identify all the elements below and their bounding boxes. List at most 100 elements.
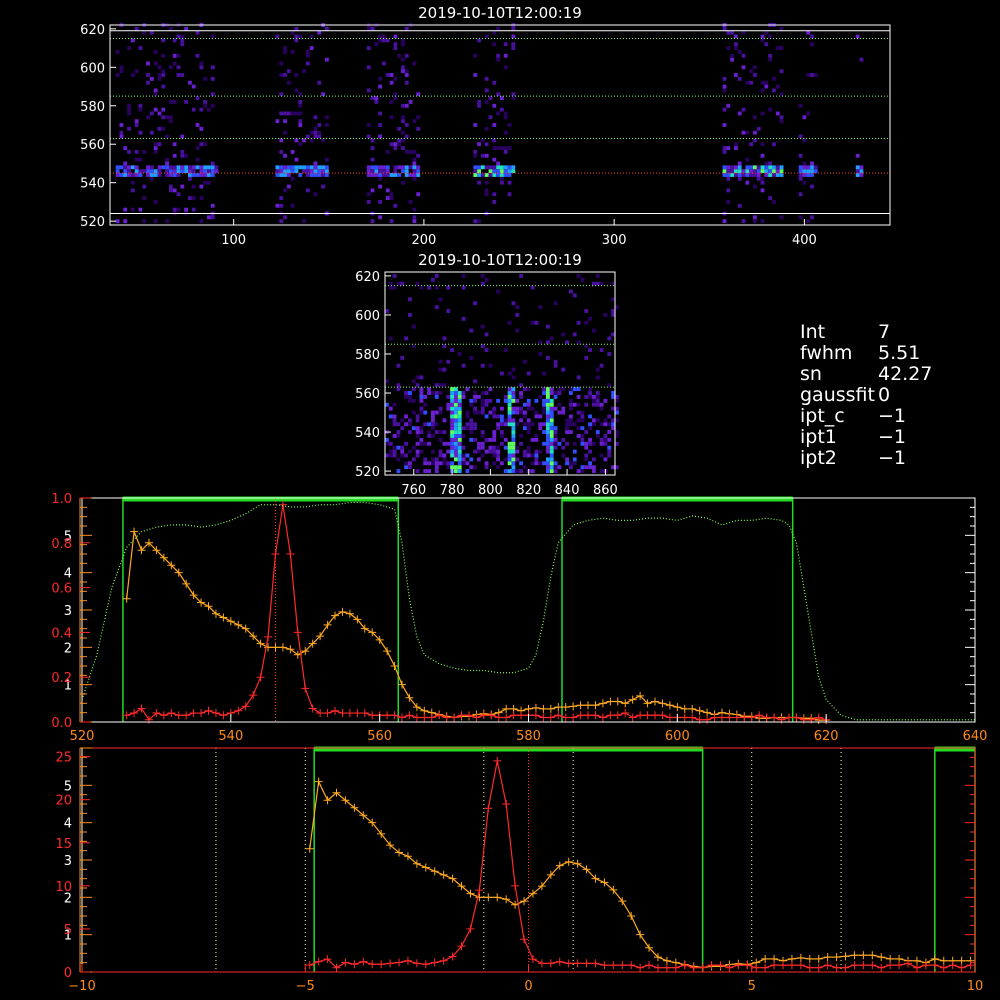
heatmap-cell <box>461 273 466 278</box>
heatmap-cell <box>503 53 508 58</box>
heatmap-cell <box>393 165 398 170</box>
heatmap-cell <box>726 188 731 193</box>
heatmap-cell <box>199 184 204 189</box>
heatmap-cell <box>741 30 746 35</box>
heatmap-cell <box>214 169 219 174</box>
heatmap-cell <box>515 406 520 411</box>
heatmap-cell <box>756 165 761 170</box>
heatmap-cell <box>611 406 615 411</box>
heatmap-cell <box>503 469 508 474</box>
heatmap-cell <box>572 422 577 427</box>
heatmap-cell <box>408 430 412 435</box>
data-point <box>350 960 359 969</box>
heatmap-cell <box>595 273 600 278</box>
heatmap-cell <box>798 215 803 220</box>
heatmap-cell <box>454 434 458 438</box>
heatmap-cell <box>519 273 523 278</box>
heatmap-cell <box>457 453 462 458</box>
heatmap-cell <box>726 200 731 204</box>
heatmap-cell <box>408 449 412 454</box>
heatmap-cell <box>584 355 589 360</box>
heatmap-cell <box>802 161 807 166</box>
heatmap-cell <box>416 173 421 177</box>
heatmap-cell <box>477 169 481 174</box>
heatmap-cell <box>530 406 535 411</box>
heatmap-cell <box>553 437 558 442</box>
heatmap-cell <box>511 445 516 450</box>
heatmap-cell <box>546 426 550 431</box>
data-point <box>122 711 131 720</box>
heatmap-cell <box>450 426 454 431</box>
heatmap-cell <box>115 165 120 170</box>
heatmap-cell <box>442 336 447 341</box>
heatmap-cell <box>438 461 443 466</box>
heatmap-cell <box>397 142 402 147</box>
heatmap-cell <box>753 173 757 177</box>
heatmap-cell <box>802 180 807 185</box>
heatmap-cell <box>450 449 454 454</box>
data-point <box>564 959 573 968</box>
heatmap-cell <box>203 165 208 170</box>
heatmap-cell <box>779 169 784 174</box>
data-point <box>430 958 439 967</box>
heatmap-cell <box>385 196 390 200</box>
heatmap-cell <box>546 434 550 438</box>
heatmap-cell <box>404 453 408 458</box>
heatmap-cell <box>146 115 150 120</box>
heatmap-cell <box>753 138 757 143</box>
heatmap-cell <box>749 69 754 74</box>
heatmap-cell <box>775 169 780 174</box>
heatmap-cell <box>772 169 776 174</box>
heatmap-cell <box>188 80 192 85</box>
heatmap-cell <box>584 309 589 313</box>
heatmap-cell <box>515 449 520 454</box>
heatmap-panel-0: 100 200 300 4005205405605806006202019-10-10… <box>80 4 891 248</box>
heatmap-cell <box>580 437 585 442</box>
heatmap-cell <box>393 46 398 50</box>
heatmap-cell <box>484 391 489 395</box>
heatmap-cell <box>457 418 462 423</box>
heatmap-cell <box>454 426 458 431</box>
heatmap-cell <box>286 169 291 174</box>
heatmap-cell <box>546 398 550 403</box>
data-point <box>234 706 243 715</box>
heatmap-cell <box>404 336 408 341</box>
heatmap-cell <box>298 123 303 127</box>
heatmap-cell <box>588 426 592 431</box>
heatmap-cell <box>588 465 592 470</box>
heatmap-cell <box>503 422 508 427</box>
orange-tick-label: 3 <box>64 854 72 869</box>
heatmap-cell <box>615 430 619 435</box>
x-tick-label: 780 <box>440 483 465 498</box>
heatmap-cell <box>775 111 780 116</box>
heatmap-cell <box>130 173 135 177</box>
heatmap-cell <box>572 461 577 466</box>
heatmap-cell <box>534 453 539 458</box>
heatmap-cell <box>756 169 761 174</box>
heatmap-cell <box>595 402 600 407</box>
heatmap-cell <box>176 169 181 174</box>
heatmap-cell <box>324 26 329 31</box>
data-point <box>645 961 654 970</box>
heatmap-cell <box>378 200 383 204</box>
heatmap-cell <box>423 394 428 399</box>
heatmap-cell <box>542 402 546 407</box>
heatmap-cell <box>469 426 474 431</box>
heatmap-cell <box>607 383 612 388</box>
info-value: −1 <box>878 447 907 469</box>
heatmap-cell <box>385 173 390 177</box>
heatmap-cell <box>374 42 379 47</box>
heatmap-cell <box>722 219 727 224</box>
heatmap-cell <box>734 169 738 174</box>
heatmap-cell <box>191 107 196 112</box>
heatmap-cell <box>210 65 215 70</box>
heatmap-cell <box>279 73 284 77</box>
heatmap-cell <box>396 422 401 427</box>
heatmap-cell <box>484 88 489 93</box>
data-point <box>627 961 636 970</box>
heatmap-cell <box>607 422 612 427</box>
heatmap-cell <box>611 309 615 313</box>
x-tick-label: 540 <box>218 729 243 744</box>
heatmap-cell <box>500 96 504 100</box>
heatmap-cell <box>576 426 581 431</box>
